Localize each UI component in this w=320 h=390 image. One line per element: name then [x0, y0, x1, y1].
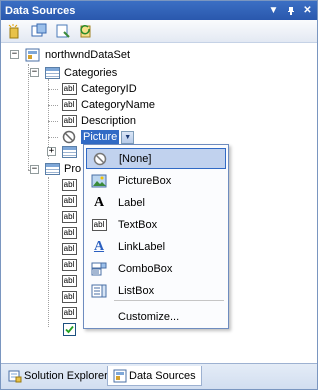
- tree-node-dataset[interactable]: northwndDataSet: [25, 47, 130, 63]
- textbox-field-icon: abl: [61, 274, 77, 288]
- dropdown-item-picturebox[interactable]: PictureBox: [86, 170, 226, 191]
- tree-node-field[interactable]: abl: [61, 273, 81, 289]
- textbox-field-icon: abl: [61, 114, 77, 128]
- window-position-dropdown-icon[interactable]: ▼: [266, 3, 281, 18]
- textbox-field-icon: abl: [61, 306, 77, 320]
- none-icon: [91, 152, 109, 166]
- tree-node-field[interactable]: abl: [61, 209, 81, 225]
- tree-node-products[interactable]: Pro: [44, 161, 81, 177]
- dropdown-item-label: Customize...: [118, 310, 180, 323]
- table-icon: [44, 66, 60, 80]
- dropdown-item-none[interactable]: [None]: [86, 148, 226, 169]
- tree-node-field-picture[interactable]: Picture ▼: [61, 129, 135, 145]
- dropdown-item-linklabel[interactable]: A LinkLabel: [86, 236, 226, 257]
- tab-label: Data Sources: [129, 369, 196, 382]
- products-collapse-toggle[interactable]: −: [30, 165, 39, 174]
- tree-node-field[interactable]: abl Description: [61, 113, 136, 129]
- tree-node-field[interactable]: abl: [61, 225, 81, 241]
- dropdown-item-label: [None]: [119, 152, 152, 165]
- textbox-field-icon: abl: [61, 82, 77, 96]
- data-sources-icon: [113, 369, 127, 383]
- close-icon[interactable]: ✕: [300, 3, 315, 18]
- dropdown-item-combobox[interactable]: ComboBox: [86, 258, 226, 279]
- add-new-data-source-icon[interactable]: [5, 22, 25, 40]
- tree-node-field[interactable]: abl: [61, 241, 81, 257]
- dropdown-item-label-control[interactable]: A Label: [86, 192, 226, 213]
- tab-label: Solution Explorer: [24, 370, 108, 382]
- tree-node-label: Pro: [64, 163, 82, 175]
- title-bar: Data Sources ▼ ✕: [1, 1, 317, 20]
- textbox-field-icon: abl: [61, 194, 77, 208]
- tree-node-label: Description: [81, 115, 137, 127]
- subtable-expand-toggle[interactable]: +: [47, 147, 56, 156]
- tree-node-field-checkbox[interactable]: [61, 321, 81, 337]
- textbox-field-icon: abl: [61, 178, 77, 192]
- window-title: Data Sources: [5, 4, 76, 17]
- control-type-dropdown: [None] PictureBox A Label abl TextBox A …: [83, 144, 229, 329]
- tree-node-label: CategoryID: [81, 83, 137, 95]
- bottom-tab-strip: Solution Explorer Data Sources: [1, 363, 317, 389]
- tree-node-field[interactable]: abl: [61, 177, 81, 193]
- tree-node-field[interactable]: abl: [61, 193, 81, 209]
- combobox-icon: [90, 262, 108, 276]
- solution-explorer-icon: [8, 369, 22, 383]
- data-sources-window: Data Sources ▼ ✕ − northwndDataSet − Cat…: [0, 0, 318, 390]
- tree-node-field[interactable]: abl CategoryName: [61, 97, 155, 113]
- textbox-icon: abl: [90, 218, 108, 232]
- textbox-field-icon: abl: [61, 242, 77, 256]
- dropdown-item-customize[interactable]: Customize...: [86, 306, 226, 327]
- dropdown-item-label: TextBox: [118, 218, 158, 231]
- textbox-field-icon: abl: [61, 258, 77, 272]
- tree-node-field[interactable]: abl: [61, 305, 81, 321]
- tree-node-categories[interactable]: Categories: [44, 65, 117, 81]
- dataset-icon: [25, 48, 41, 62]
- tree-node-label-selected: Picture: [81, 130, 120, 144]
- textbox-field-icon: abl: [61, 226, 77, 240]
- dropdown-item-label: Label: [118, 196, 145, 209]
- control-type-dropdown-button[interactable]: ▼: [121, 130, 135, 144]
- listbox-icon: [90, 284, 108, 298]
- table-icon: [61, 145, 77, 159]
- tab-solution-explorer[interactable]: Solution Explorer: [3, 366, 113, 386]
- refresh-icon[interactable]: [77, 22, 97, 40]
- linklabel-icon: A: [93, 238, 105, 254]
- tree-node-field[interactable]: abl: [61, 289, 81, 305]
- tree-node-related-table[interactable]: [61, 144, 81, 160]
- tree-node-label: northwndDataSet: [45, 49, 130, 61]
- pin-icon[interactable]: [283, 3, 298, 18]
- textbox-field-icon: abl: [61, 210, 77, 224]
- dropdown-item-label: ComboBox: [118, 262, 173, 275]
- dropdown-item-label: LinkLabel: [118, 240, 166, 253]
- tree-node-label: Categories: [64, 67, 118, 79]
- toolbar: [1, 20, 317, 43]
- checkbox-field-icon: [61, 322, 77, 336]
- dropdown-item-label: PictureBox: [118, 174, 172, 187]
- textbox-field-icon: abl: [61, 290, 77, 304]
- textbox-field-icon: abl: [61, 98, 77, 112]
- none-icon: [61, 130, 77, 144]
- dataset-collapse-toggle[interactable]: −: [10, 50, 19, 59]
- tree-node-field[interactable]: abl CategoryID: [61, 81, 137, 97]
- table-icon: [44, 162, 60, 176]
- label-icon: A: [93, 194, 105, 210]
- dropdown-item-textbox[interactable]: abl TextBox: [86, 214, 226, 235]
- configure-dataset-icon[interactable]: [53, 22, 73, 40]
- tree-node-field[interactable]: abl: [61, 257, 81, 273]
- tab-data-sources[interactable]: Data Sources: [107, 366, 202, 386]
- dropdown-item-listbox[interactable]: ListBox: [86, 280, 226, 301]
- categories-collapse-toggle[interactable]: −: [30, 68, 39, 77]
- dropdown-item-label: ListBox: [118, 284, 155, 297]
- tree-node-label: CategoryName: [81, 99, 155, 111]
- picturebox-icon: [90, 174, 108, 188]
- dropdown-separator: [114, 300, 224, 301]
- edit-dataset-designer-icon[interactable]: [29, 22, 49, 40]
